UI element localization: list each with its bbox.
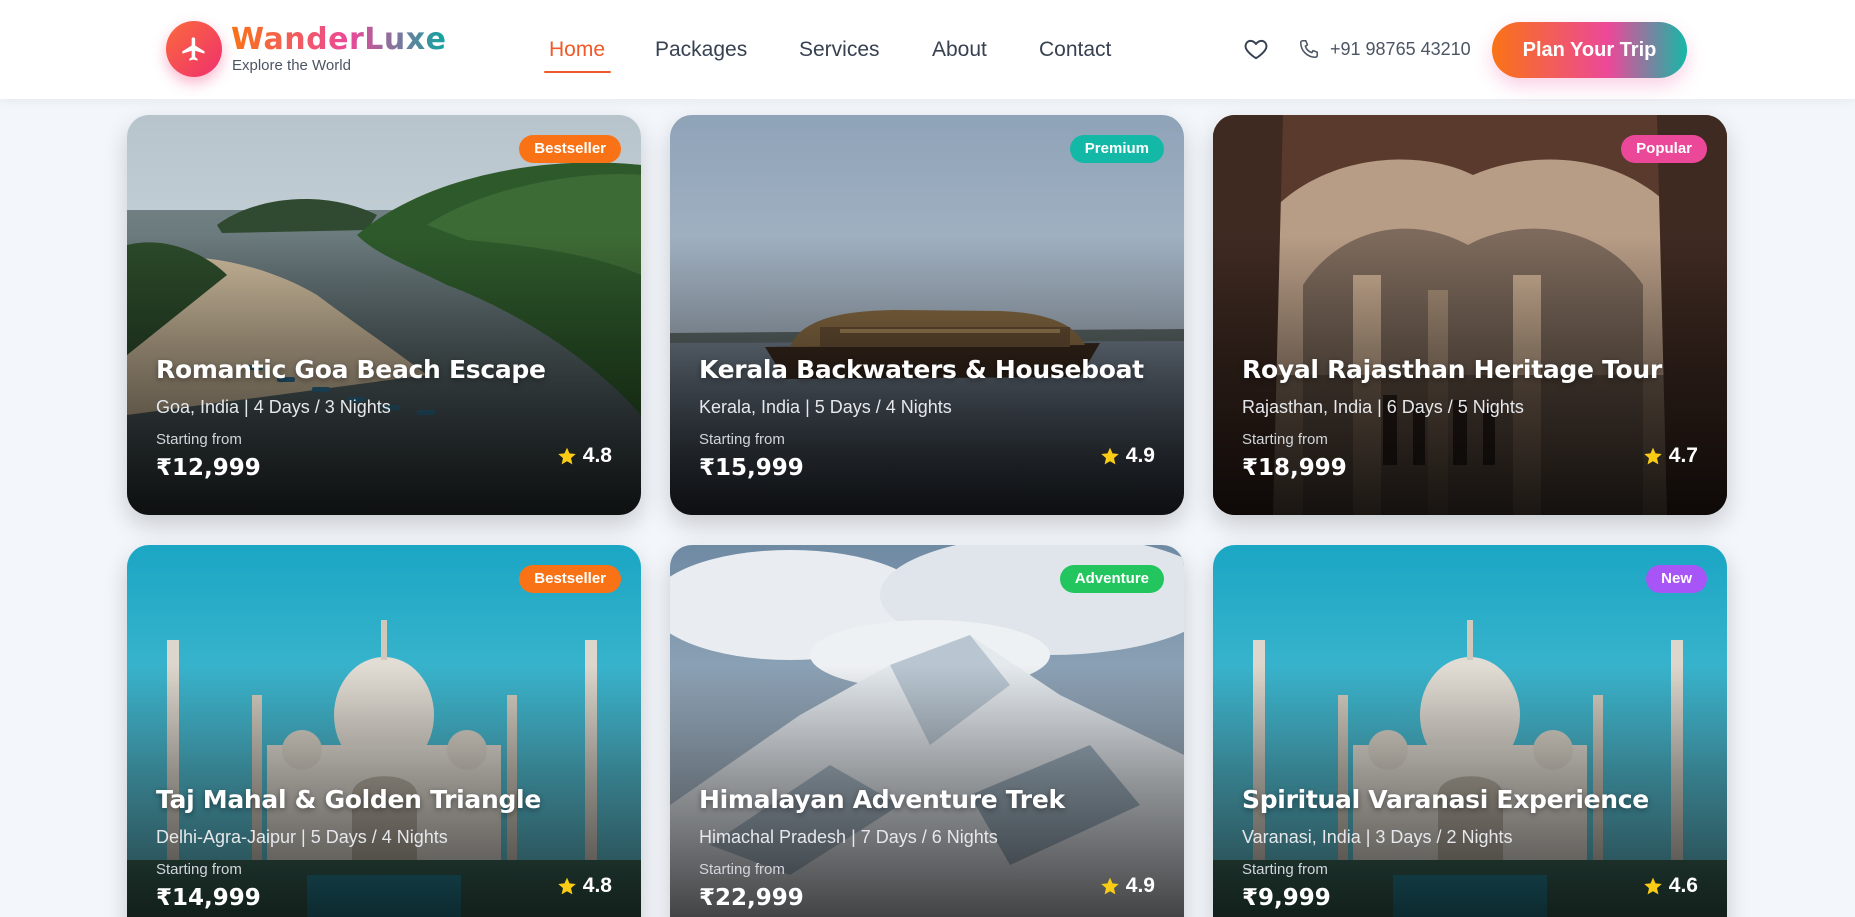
package-rating: 4.8	[557, 874, 612, 898]
star-icon	[1644, 447, 1662, 465]
package-title[interactable]: Himalayan Adventure Trek	[699, 785, 1065, 814]
package-subtitle: Goa, India | 4 Days / 3 Nights	[156, 397, 391, 417]
package-rating: 4.9	[1100, 444, 1155, 468]
package-subtitle: Kerala, India | 5 Days / 4 Nights	[699, 397, 952, 417]
starting-from-label: Starting from	[1242, 431, 1328, 448]
package-price: ₹12,999	[156, 455, 261, 481]
rating-value: 4.9	[1125, 874, 1155, 897]
rating-value: 4.8	[582, 444, 612, 467]
package-card-rajasthan[interactable]: Popular Royal Rajasthan Heritage Tour Ra…	[1213, 115, 1727, 515]
package-card-himalaya[interactable]: Adventure Himalayan Adventure Trek Himac…	[670, 545, 1184, 917]
star-icon	[1101, 877, 1119, 895]
phone-icon	[1298, 38, 1320, 65]
package-subtitle: Delhi-Agra-Jaipur | 5 Days / 4 Nights	[156, 827, 448, 847]
package-rating: 4.9	[1100, 874, 1155, 898]
nav-about[interactable]: About	[932, 37, 987, 63]
heart-icon[interactable]	[1243, 36, 1269, 67]
starting-from-label: Starting from	[1242, 861, 1328, 878]
star-icon	[1101, 447, 1119, 465]
package-card-kerala[interactable]: Premium Kerala Backwaters & Houseboat Ke…	[670, 115, 1184, 515]
starting-from-label: Starting from	[156, 861, 242, 878]
package-card-taj-mahal[interactable]: Bestseller Taj Mahal & Golden Triangle D…	[127, 545, 641, 917]
brand-tagline: Explore the World	[232, 57, 351, 74]
nav-home[interactable]: Home	[549, 37, 605, 63]
badge-adventure: Adventure	[1059, 565, 1164, 593]
nav-contact[interactable]: Contact	[1039, 37, 1111, 63]
nav-services[interactable]: Services	[799, 37, 880, 63]
package-card-goa[interactable]: Bestseller Romantic Goa Beach Escape Goa…	[127, 115, 641, 515]
badge-new: New	[1646, 565, 1707, 593]
package-rating: 4.8	[557, 444, 612, 468]
plan-your-trip-button[interactable]: Plan Your Trip	[1492, 22, 1687, 78]
badge-premium: Premium	[1069, 135, 1164, 163]
rating-value: 4.8	[582, 874, 612, 897]
package-rating: 4.6	[1643, 874, 1698, 898]
starting-from-label: Starting from	[699, 431, 785, 448]
package-subtitle: Himachal Pradesh | 7 Days / 6 Nights	[699, 827, 998, 847]
badge-popular: Popular	[1621, 135, 1707, 163]
airplane-icon	[182, 37, 205, 61]
package-price: ₹15,999	[699, 455, 804, 481]
package-subtitle: Varanasi, India | 3 Days / 2 Nights	[1242, 827, 1513, 847]
starting-from-label: Starting from	[699, 861, 785, 878]
badge-bestseller: Bestseller	[519, 135, 621, 163]
nav-active-underline	[544, 71, 611, 73]
package-subtitle: Rajasthan, India | 6 Days / 5 Nights	[1242, 397, 1524, 417]
rating-value: 4.9	[1125, 444, 1155, 467]
package-title[interactable]: Spiritual Varanasi Experience	[1242, 785, 1649, 814]
phone-number[interactable]: +91 98765 43210	[1330, 39, 1471, 60]
package-title[interactable]: Romantic Goa Beach Escape	[156, 355, 546, 384]
rating-value: 4.6	[1668, 874, 1698, 897]
rating-value: 4.7	[1668, 444, 1698, 467]
badge-bestseller: Bestseller	[519, 565, 621, 593]
package-price: ₹22,999	[699, 885, 804, 911]
package-rating: 4.7	[1643, 444, 1698, 468]
site-header: WanderLuxe Explore the World Home Packag…	[0, 0, 1855, 99]
package-title[interactable]: Kerala Backwaters & Houseboat	[699, 355, 1144, 384]
starting-from-label: Starting from	[156, 431, 242, 448]
package-price: ₹14,999	[156, 885, 261, 911]
nav-packages[interactable]: Packages	[655, 37, 747, 63]
star-icon	[558, 447, 576, 465]
brand-name[interactable]: WanderLuxe	[231, 22, 446, 58]
star-icon	[1644, 877, 1662, 895]
package-card-varanasi[interactable]: New Spiritual Varanasi Experience Varana…	[1213, 545, 1727, 917]
logo-badge[interactable]	[166, 21, 222, 77]
package-title[interactable]: Taj Mahal & Golden Triangle	[156, 785, 541, 814]
package-price: ₹9,999	[1242, 885, 1331, 911]
package-title[interactable]: Royal Rajasthan Heritage Tour	[1242, 355, 1662, 384]
star-icon	[558, 877, 576, 895]
package-price: ₹18,999	[1242, 455, 1347, 481]
